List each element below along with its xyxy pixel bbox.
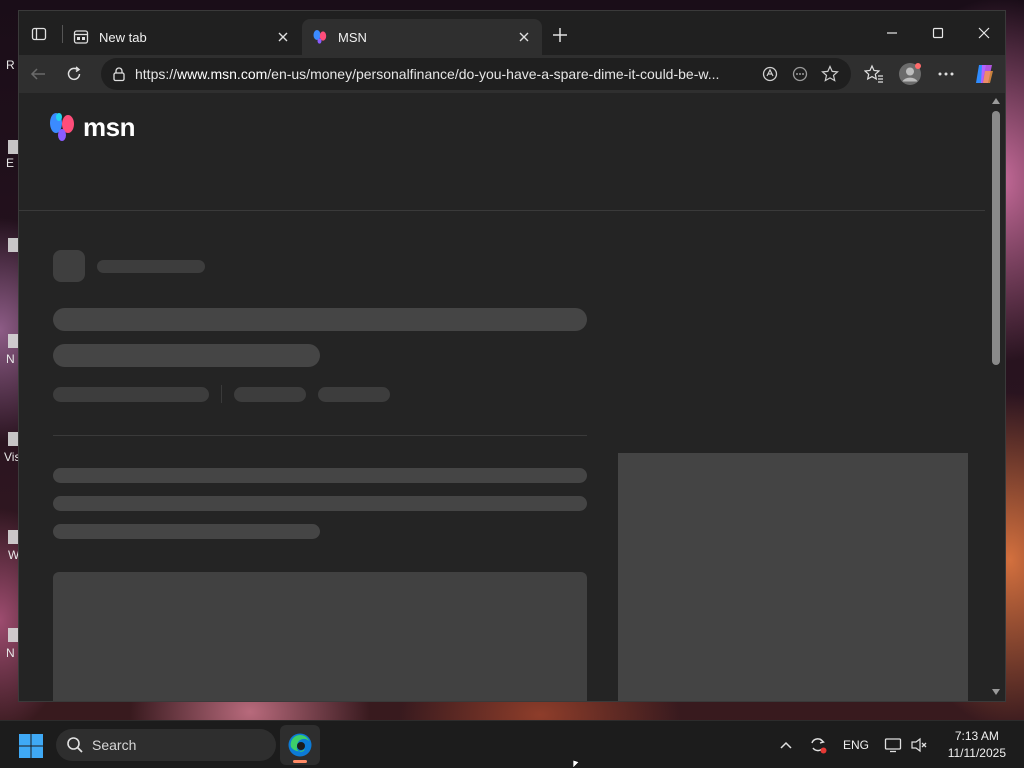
refresh-button[interactable] <box>59 60 89 88</box>
tab-msn[interactable]: MSN <box>302 19 542 55</box>
msn-butterfly-icon <box>50 113 74 141</box>
close-icon <box>278 32 288 42</box>
clock-time: 7:13 AM <box>954 729 999 743</box>
url-path: /en-us/money/personalfinance/do-you-have… <box>267 66 720 82</box>
tab-actions-button[interactable] <box>25 21 53 47</box>
refresh-icon <box>67 66 81 81</box>
caret-down-icon <box>992 689 1000 695</box>
add-favorite-button[interactable] <box>815 60 845 88</box>
skeleton-meta-line <box>318 387 390 402</box>
close-icon <box>519 32 529 42</box>
favorites-button[interactable] <box>859 60 889 88</box>
back-icon <box>30 68 45 80</box>
display-icon <box>884 738 902 753</box>
read-aloud-icon <box>762 66 778 82</box>
network-muted-icon <box>911 737 927 753</box>
skeleton-title-line <box>53 308 587 331</box>
msn-logo[interactable]: msn <box>47 111 135 143</box>
browser-toolbar: https://www.msn.com/en-us/money/personal… <box>19 55 1005 93</box>
skeleton-source-line <box>97 260 205 273</box>
display-button[interactable] <box>882 733 904 757</box>
clock-date: 11/11/2025 <box>947 746 1006 760</box>
sync-alert-icon <box>811 738 827 754</box>
back-button[interactable] <box>23 60 53 88</box>
scroll-down-button[interactable] <box>991 687 1001 697</box>
language-indicator[interactable]: ENG <box>840 733 872 757</box>
url-text[interactable]: https://www.msn.com/en-us/money/personal… <box>135 66 755 82</box>
show-hidden-icons-button[interactable] <box>776 733 796 757</box>
skeleton-image-block <box>53 572 587 701</box>
tab-new-tab[interactable]: New tab <box>63 19 301 55</box>
read-aloud-button[interactable] <box>755 60 785 88</box>
taskbar-clock[interactable]: 7:13 AM 11/11/2025 <box>948 728 1006 762</box>
mouse-cursor-icon <box>573 760 580 768</box>
maximize-button[interactable] <box>915 19 961 47</box>
close-icon <box>978 27 990 39</box>
windows-logo-icon <box>19 734 43 758</box>
tab-close-button[interactable] <box>275 29 291 45</box>
favorite-star-icon <box>821 65 839 82</box>
desktop-icon-label: E <box>6 156 15 170</box>
skeleton-avatar <box>53 250 85 282</box>
browser-window: New tab MSN https://www.msn.com/en-us/mo… <box>18 10 1006 702</box>
scroll-thumb[interactable] <box>992 111 1000 365</box>
skeleton-ad-block <box>618 453 968 701</box>
plus-icon <box>553 28 567 42</box>
msn-header: msn <box>19 93 985 211</box>
msn-butterfly-icon <box>313 30 327 44</box>
favorites-icon <box>864 64 883 83</box>
chevron-up-icon <box>780 741 792 749</box>
menu-icon <box>938 72 954 76</box>
copilot-button[interactable] <box>969 60 999 88</box>
tab-strip: New tab MSN <box>19 11 1005 55</box>
page-scrollbar[interactable] <box>987 93 1005 701</box>
url-host: www.msn.com <box>177 66 268 82</box>
tab-actions-icon <box>31 27 47 41</box>
close-window-button[interactable] <box>961 19 1007 47</box>
more-tools-button[interactable] <box>785 60 815 88</box>
taskbar: Search ENG 7:13 AM 11/11/2025 <box>0 720 1024 768</box>
taskbar-search[interactable]: Search <box>56 729 276 761</box>
maximize-icon <box>932 27 944 39</box>
start-button[interactable] <box>18 733 44 759</box>
page-viewport: msn <box>19 93 1005 701</box>
minimize-button[interactable] <box>869 19 915 47</box>
new-tab-page-icon <box>73 30 89 44</box>
active-indicator <box>293 760 307 763</box>
scroll-up-button[interactable] <box>991 96 1001 106</box>
minimize-icon <box>887 32 897 34</box>
copilot-icon <box>976 65 993 83</box>
desktop-icon-label: N <box>6 352 15 366</box>
address-bar[interactable]: https://www.msn.com/en-us/money/personal… <box>101 58 851 90</box>
lock-icon[interactable] <box>111 66 127 82</box>
tab-title: MSN <box>338 29 367 45</box>
skeleton-meta-line <box>53 387 209 402</box>
skeleton-body-line <box>53 524 320 539</box>
caret-up-icon <box>992 98 1000 104</box>
tab-close-button[interactable] <box>516 29 532 45</box>
meta-divider <box>221 385 222 403</box>
search-placeholder: Search <box>92 737 137 753</box>
profile-icon <box>899 63 921 85</box>
skeleton-body-line <box>53 496 587 511</box>
search-icon <box>67 737 83 753</box>
skeleton-title-line <box>53 344 320 367</box>
edge-icon <box>288 733 312 757</box>
sync-status-button[interactable] <box>806 733 830 757</box>
content-divider <box>53 435 587 436</box>
tab-title: New tab <box>99 29 147 45</box>
profile-button[interactable] <box>895 60 925 88</box>
desktop-icon-label: N <box>6 646 15 660</box>
more-tools-icon <box>792 66 808 82</box>
network-volume-button[interactable] <box>908 733 930 757</box>
skeleton-meta-line <box>234 387 306 402</box>
new-tab-button[interactable] <box>547 23 573 47</box>
settings-menu-button[interactable] <box>931 60 961 88</box>
skeleton-body-line <box>53 468 587 483</box>
url-prefix: https:// <box>135 66 178 82</box>
taskbar-edge-button[interactable] <box>280 725 320 765</box>
msn-wordmark: msn <box>83 111 135 142</box>
desktop-icon-label: R <box>6 58 15 72</box>
